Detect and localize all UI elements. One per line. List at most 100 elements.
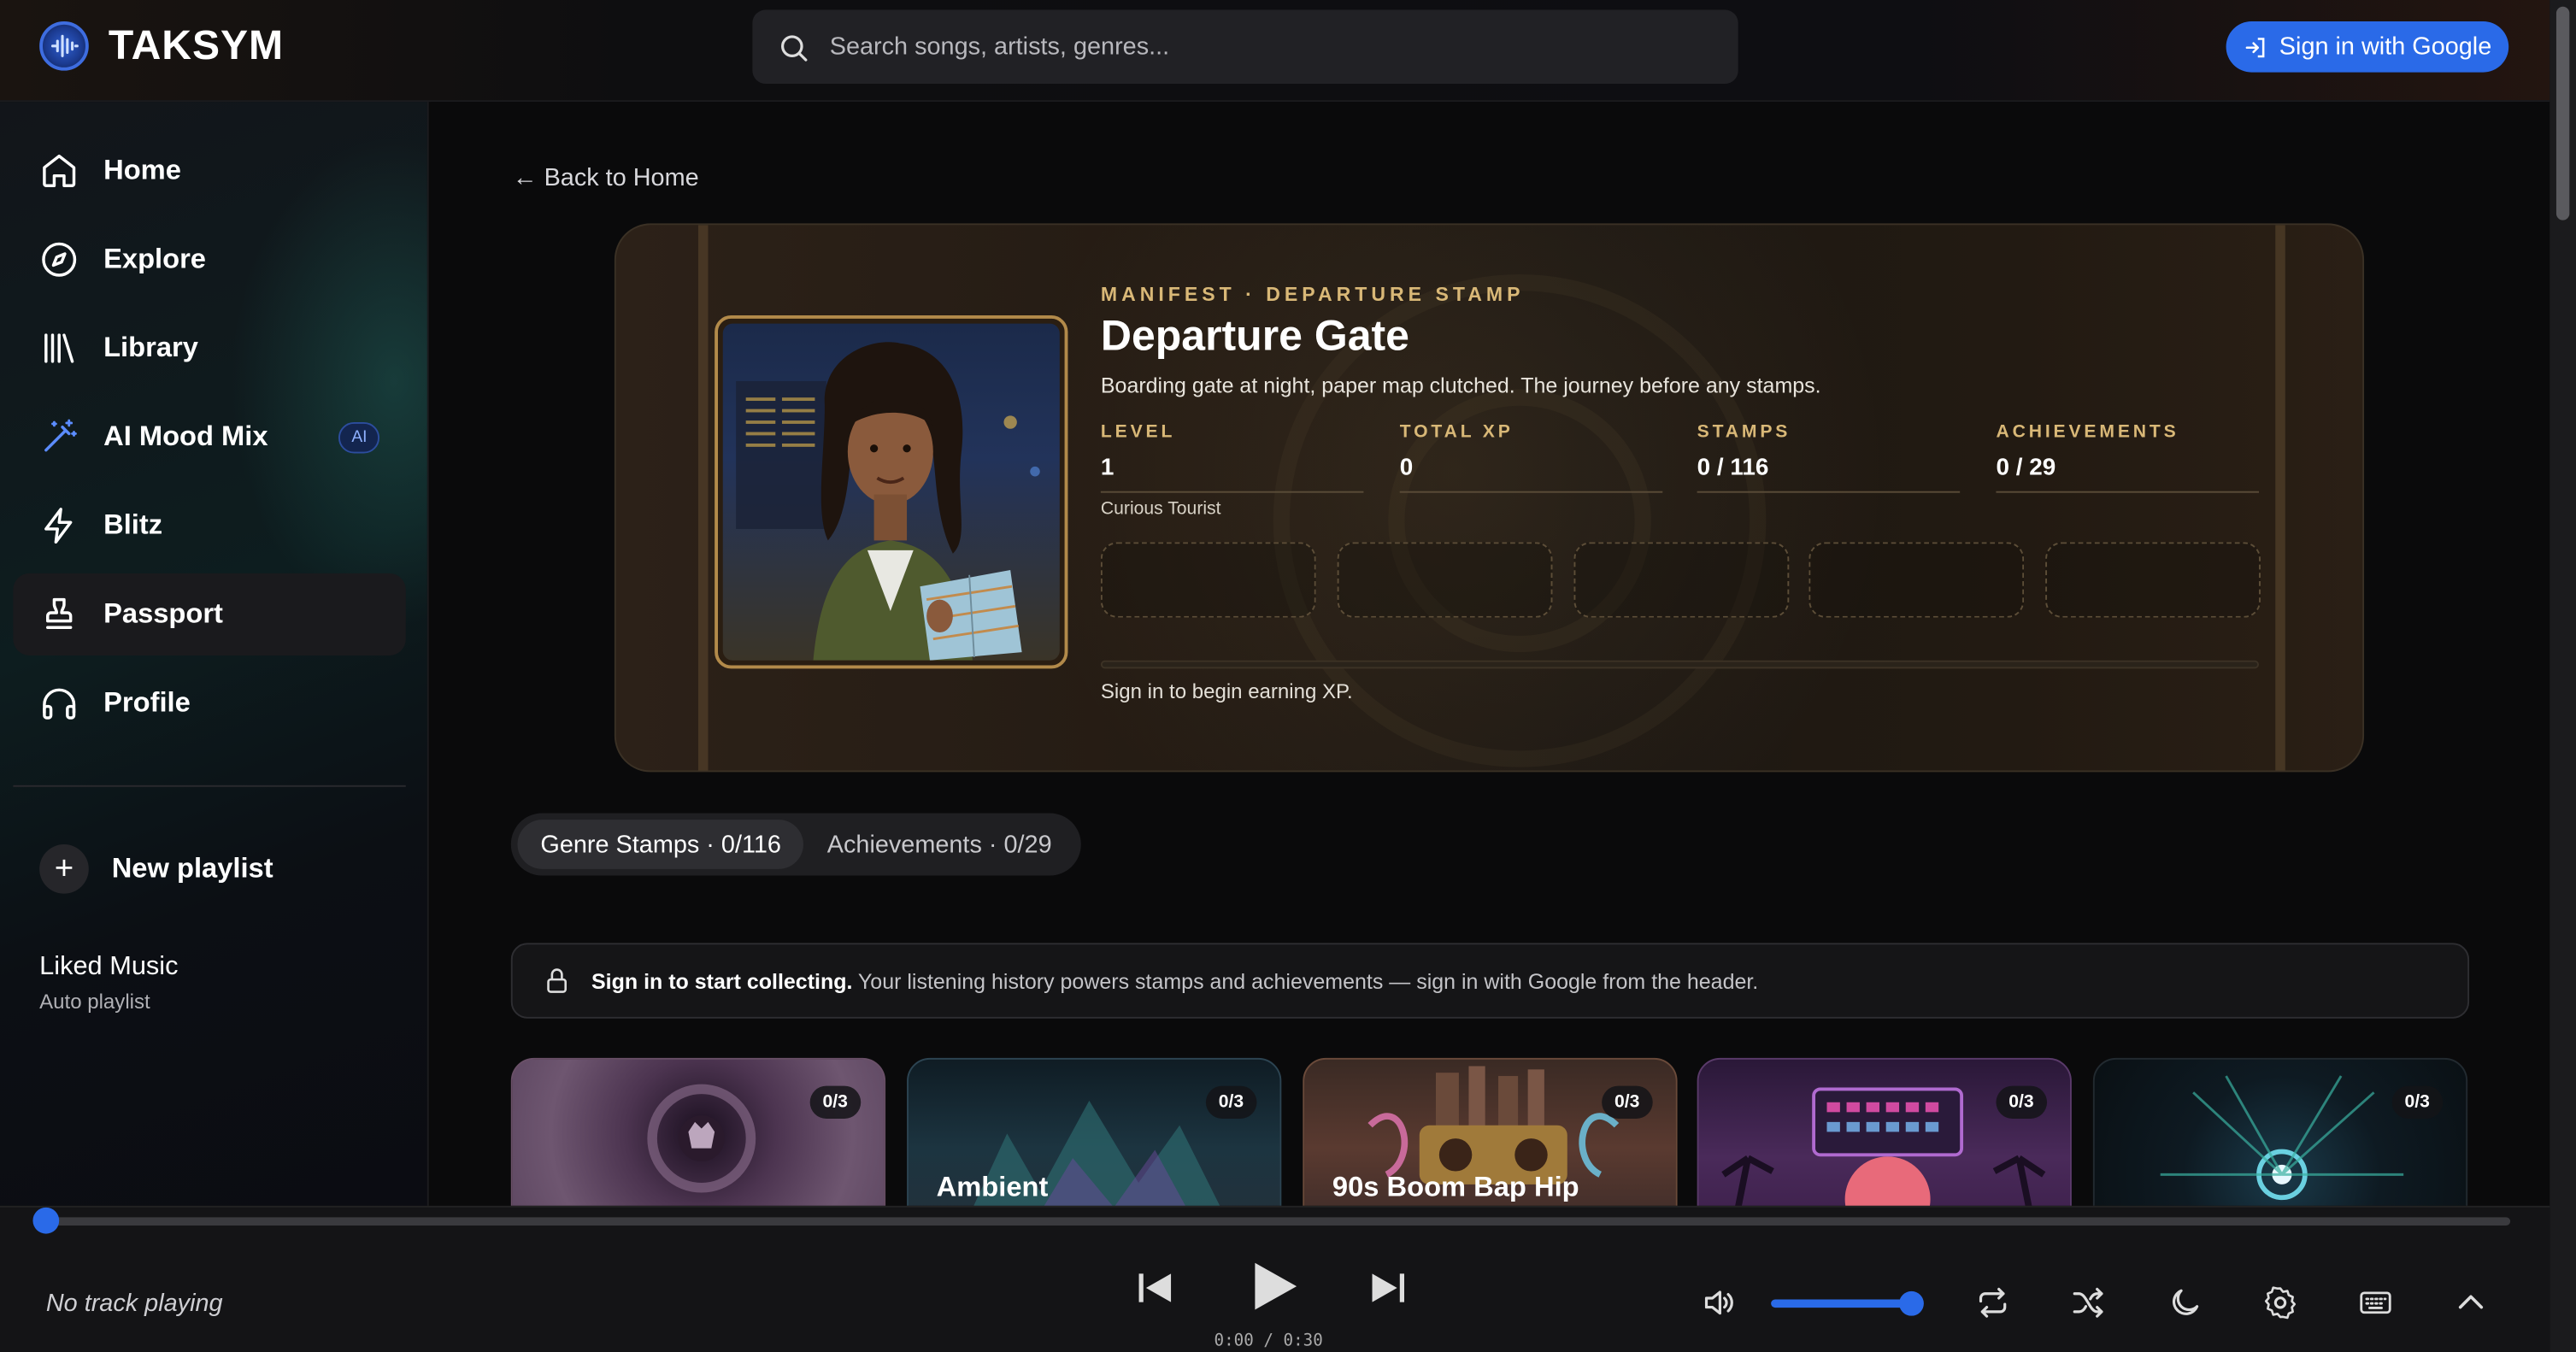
home-icon — [43, 154, 76, 187]
search-bar[interactable] — [752, 9, 1738, 85]
stat-value: 1 — [1100, 455, 1115, 482]
liked-music-title: Liked Music — [39, 952, 179, 981]
previous-track-icon[interactable] — [1133, 1267, 1176, 1309]
volume-slider-handle[interactable] — [1898, 1290, 1924, 1316]
genre-stamp-card[interactable]: 0/3 — [1697, 1057, 2072, 1206]
keyboard-icon[interactable] — [2357, 1284, 2393, 1320]
genre-stamp-card[interactable]: 0/3 — [2092, 1057, 2468, 1206]
traveler-illustration — [736, 342, 1040, 661]
hero-description: Boarding gate at night, paper map clutch… — [1100, 373, 1821, 398]
sidebar-item-label: Explore — [103, 243, 206, 275]
stat-label: STAMPS — [1697, 422, 1791, 443]
sidebar-item-passport[interactable]: Passport — [13, 573, 406, 655]
stat-stamps: STAMPS 0 / 116 — [1697, 422, 1961, 493]
notice-bold: Sign in to start collecting. — [591, 968, 853, 993]
sidebar-item-library[interactable]: Library — [13, 307, 405, 389]
hero-title: Departure Gate — [1100, 310, 1409, 360]
sidebar-item-label: Blitz — [103, 508, 163, 541]
repeat-icon[interactable] — [1974, 1284, 2010, 1320]
sidebar: Home Explore Library AI Mood Mix AI Blit… — [0, 102, 429, 1206]
lock-icon — [547, 968, 568, 993]
next-track-icon[interactable] — [1367, 1267, 1409, 1309]
stat-value: 0 / 29 — [1996, 455, 2056, 482]
app-root: TAKSYM Sign in with Google Home Explore … — [0, 0, 2576, 1352]
stamp-count-badge: 0/3 — [1601, 1085, 1653, 1120]
sign-in-icon — [2246, 37, 2266, 57]
volume-slider[interactable] — [1771, 1290, 1924, 1316]
sidebar-item-profile[interactable]: Profile — [13, 662, 405, 744]
app-name: TAKSYM — [108, 21, 284, 68]
headphones-icon — [43, 688, 76, 720]
liked-music-playlist[interactable]: Liked Music Auto playlist — [39, 953, 178, 1014]
stamp-count-badge: 0/3 — [1205, 1085, 1257, 1120]
stamp-count-badge: 0/3 — [2391, 1085, 2444, 1120]
playback-progress-bar[interactable] — [32, 1207, 2511, 1234]
scrollbar-thumb[interactable] — [2555, 6, 2570, 220]
back-to-home-link[interactable]: ← Back to Home — [513, 164, 699, 192]
stat-value: 0 — [1399, 455, 1414, 482]
now-playing-text: No track playing — [45, 1289, 223, 1318]
stamp-slot — [1100, 542, 1316, 618]
genre-artwork — [647, 1084, 756, 1193]
genre-stamp-card[interactable]: 0/3 — [510, 1057, 886, 1206]
shuffle-icon[interactable] — [2070, 1284, 2106, 1320]
top-header: TAKSYM Sign in with Google — [0, 0, 2550, 103]
sidebar-divider — [13, 785, 406, 787]
stat-value: 0 / 116 — [1697, 455, 1769, 482]
logo-icon — [39, 21, 89, 71]
plus-icon: + — [39, 844, 89, 894]
genre-stamp-card[interactable]: 0/3 Ambient — [907, 1057, 1282, 1206]
liked-music-subtitle: Auto playlist — [39, 990, 150, 1014]
decorative-stripe — [2275, 225, 2285, 771]
sign-in-notice: Sign in to start collecting. Your listen… — [510, 943, 2470, 1019]
player-bar: No track playing 0:00 / 0:30 — [0, 1205, 2550, 1352]
tab-achievements[interactable]: Achievements · 0/29 — [804, 820, 1075, 869]
magic-wand-icon — [44, 419, 77, 452]
library-icon — [44, 333, 74, 363]
sidebar-item-ai-mood-mix[interactable]: AI Mood Mix AI — [13, 396, 405, 478]
search-icon — [781, 34, 808, 61]
new-playlist-label: New playlist — [111, 852, 273, 885]
genre-artwork — [2160, 1075, 2404, 1201]
sidebar-item-label: Passport — [103, 597, 223, 630]
settings-gear-icon[interactable] — [2262, 1284, 2298, 1320]
chevron-up-icon[interactable] — [2453, 1284, 2489, 1320]
sidebar-item-label: Home — [103, 154, 181, 186]
tab-genre-stamps[interactable]: Genre Stamps · 0/116 — [517, 820, 804, 869]
stamp-slot — [2045, 542, 2261, 618]
playback-progress-handle[interactable] — [32, 1207, 60, 1234]
play-icon[interactable] — [1242, 1254, 1304, 1320]
notice-text: Your listening history powers stamps and… — [852, 968, 1759, 993]
compass-icon — [42, 242, 77, 277]
lightning-icon — [44, 508, 73, 544]
stamp-slot — [1808, 542, 2025, 618]
sidebar-item-label: AI Mood Mix — [103, 420, 268, 452]
genre-stamp-card[interactable]: 0/3 90s Boom Bap Hip — [1303, 1057, 1678, 1206]
stamp-icon — [46, 597, 73, 630]
ai-badge: AI — [338, 422, 380, 454]
stat-total-xp: TOTAL XP 0 — [1399, 422, 1663, 493]
search-input[interactable] — [829, 32, 1685, 62]
volume-icon[interactable] — [1700, 1284, 1736, 1320]
genre-name: Ambient — [936, 1171, 1049, 1203]
sidebar-item-explore[interactable]: Explore — [13, 219, 405, 301]
sign-in-label: Sign in with Google — [2279, 32, 2492, 62]
genre-artwork — [1721, 1087, 2046, 1206]
stamp-slot — [1337, 542, 1553, 618]
page-scrollbar[interactable] — [2550, 0, 2576, 1352]
sidebar-item-blitz[interactable]: Blitz — [13, 485, 405, 567]
genre-name: 90s Boom Bap Hip — [1332, 1171, 1579, 1203]
xp-message: Sign in to begin earning XP. — [1100, 679, 1353, 703]
sign-in-button[interactable]: Sign in with Google — [2226, 21, 2509, 73]
sleep-timer-moon-icon[interactable] — [2167, 1284, 2203, 1320]
new-playlist-button[interactable]: + New playlist — [39, 844, 273, 894]
stat-label: LEVEL — [1100, 422, 1176, 443]
passport-hero-card: MANIFEST · DEPARTURE STAMP Departure Gat… — [614, 223, 2365, 773]
sidebar-item-label: Profile — [103, 686, 191, 719]
stat-level: LEVEL 1 — [1100, 422, 1364, 493]
sidebar-item-home[interactable]: Home — [13, 130, 405, 212]
decorative-stripe — [697, 225, 709, 771]
logo[interactable]: TAKSYM — [39, 21, 284, 71]
stat-achievements: ACHIEVEMENTS 0 / 29 — [1996, 422, 2260, 493]
rank-title: Curious Tourist — [1100, 499, 1221, 520]
